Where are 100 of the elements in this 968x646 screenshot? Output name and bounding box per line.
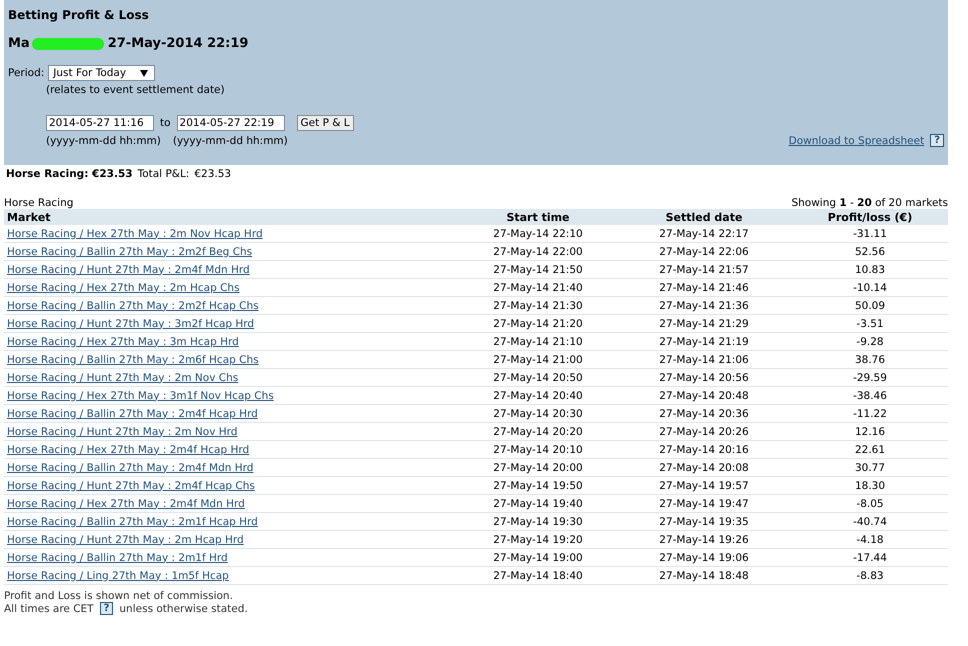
- market-link[interactable]: Horse Racing / Hunt 27th May : 2m4f Hcap Chs: [7, 480, 255, 492]
- market-link[interactable]: Horse Racing / Ballin 27th May : 2m2f Hcap Chs: [7, 300, 259, 312]
- table-cell: 27-May-14 21:57: [616, 260, 792, 278]
- total-label: Total P&L:: [138, 168, 190, 180]
- from-date-field[interactable]: 2014-05-27 11:16: [46, 115, 154, 131]
- download-link[interactable]: Download to Spreadsheet: [788, 134, 924, 146]
- table-cell: 27-May-14 20:10: [460, 440, 616, 458]
- table-cell: 27-May-14 19:47: [616, 494, 792, 512]
- table-cell: -4.18: [792, 530, 948, 548]
- market-link[interactable]: Horse Racing / Ballin 27th May : 2m6f Hcap Chs: [7, 354, 259, 366]
- get-pl-button[interactable]: Get P & L: [296, 115, 354, 131]
- dropdown-caret-icon: [140, 70, 148, 76]
- total-value: €23.53: [194, 168, 232, 180]
- table-cell: 27-May-14 18:48: [616, 566, 792, 584]
- column-header: Settled date: [616, 209, 792, 225]
- table-cell: -29.59: [792, 368, 948, 386]
- table-cell: 27-May-14 21:10: [460, 332, 616, 350]
- market-link[interactable]: Horse Racing / Ling 27th May : 1m5f Hcap: [7, 570, 229, 582]
- table-cell: 27-May-14 19:50: [460, 476, 616, 494]
- market-link[interactable]: Horse Racing / Hunt 27th May : 2m4f Mdn Hrd: [7, 264, 250, 276]
- table-cell: 27-May-14 21:50: [460, 260, 616, 278]
- market-link[interactable]: Horse Racing / Ballin 27th May : 2m1f Hcap Hrd: [7, 516, 258, 528]
- table-cell: 38.76: [792, 350, 948, 368]
- table-cell: 27-May-14 22:06: [616, 242, 792, 260]
- market-link[interactable]: Horse Racing / Hex 27th May : 2m Nov Hcap Hrd: [7, 228, 263, 240]
- table-cell: -8.83: [792, 566, 948, 584]
- table-cell: 27-May-14 19:30: [460, 512, 616, 530]
- table-cell: 27-May-14 21:19: [616, 332, 792, 350]
- table-cell: 27-May-14 20:56: [616, 368, 792, 386]
- table-cell: 27-May-14 22:17: [616, 225, 792, 242]
- table-cell: 27-May-14 21:29: [616, 314, 792, 332]
- table-cell: 18.30: [792, 476, 948, 494]
- table-cell: -40.74: [792, 512, 948, 530]
- market-link[interactable]: Horse Racing / Hunt 27th May : 3m2f Hcap Hrd: [7, 318, 254, 330]
- sport-total: Horse Racing: €23.53: [6, 168, 133, 180]
- table-cell: 27-May-14 20:30: [460, 404, 616, 422]
- help-button[interactable]: ?: [100, 602, 114, 615]
- market-link[interactable]: Horse Racing / Hex 27th May : 2m4f Mdn Hrd: [7, 498, 245, 510]
- commission-note: Profit and Loss is shown net of commission.: [4, 590, 234, 602]
- table-cell: 12.16: [792, 422, 948, 440]
- table-cell: -9.28: [792, 332, 948, 350]
- market-link[interactable]: Horse Racing / Ballin 27th May : 2m4f Hcap Hrd: [7, 408, 258, 420]
- table-cell: -31.11: [792, 225, 948, 242]
- help-button[interactable]: ?: [930, 134, 944, 147]
- table-cell: 27-May-14 21:46: [616, 278, 792, 296]
- table-cell: -3.51: [792, 314, 948, 332]
- page-title: Betting Profit & Loss: [8, 8, 150, 22]
- table-cell: 27-May-14 19:57: [616, 476, 792, 494]
- table-cell: 27-May-14 20:08: [616, 458, 792, 476]
- table-cell: 27-May-14 18:40: [460, 566, 616, 584]
- table-cell: 22.61: [792, 440, 948, 458]
- table-cell: -38.46: [792, 386, 948, 404]
- table-cell: 27-May-14 21:00: [460, 350, 616, 368]
- period-label: Period:: [8, 67, 44, 79]
- table-cell: 30.77: [792, 458, 948, 476]
- table-cell: 27-May-14 19:35: [616, 512, 792, 530]
- market-link[interactable]: Horse Racing / Hex 27th May : 3m1f Nov Hcap Chs: [7, 390, 274, 402]
- market-link[interactable]: Horse Racing / Ballin 27th May : 2m1f Hrd: [7, 552, 228, 564]
- period-note: (relates to event settlement date): [46, 84, 226, 96]
- table-cell: 52.56: [792, 242, 948, 260]
- result-count: Showing 1 - 20 of 20 markets: [791, 197, 948, 209]
- market-link[interactable]: Horse Racing / Hunt 27th May : 2m Nov Hrd: [7, 426, 238, 438]
- table-cell: 27-May-14 19:00: [460, 548, 616, 566]
- column-header: Profit/loss (€): [792, 209, 948, 225]
- table-cell: 27-May-14 20:26: [616, 422, 792, 440]
- table-cell: -10.14: [792, 278, 948, 296]
- period-dropdown[interactable]: Just For Today: [48, 65, 156, 81]
- market-link[interactable]: Horse Racing / Ballin 27th May : 2m2f Beg Chs: [7, 246, 252, 258]
- account-name: Ma: [8, 36, 30, 51]
- table-cell: 27-May-14 21:30: [460, 296, 616, 314]
- table-cell: 27-May-14 20:48: [616, 386, 792, 404]
- market-link[interactable]: Horse Racing / Ballin 27th May : 2m4f Mdn Hrd: [7, 462, 254, 474]
- table-cell: 27-May-14 21:40: [460, 278, 616, 296]
- table-cell: 27-May-14 20:00: [460, 458, 616, 476]
- table-cell: 27-May-14 21:20: [460, 314, 616, 332]
- timezone-note: unless otherwise stated.: [119, 602, 248, 614]
- market-link[interactable]: Horse Racing / Hex 27th May : 2m4f Hcap Hrd: [7, 444, 250, 456]
- market-link[interactable]: Horse Racing / Hunt 27th May : 2m Hcap Hrd: [7, 534, 244, 546]
- table-cell: 27-May-14 19:26: [616, 530, 792, 548]
- table-cell: 27-May-14 20:20: [460, 422, 616, 440]
- table-cell: 27-May-14 20:50: [460, 368, 616, 386]
- to-date-field[interactable]: 2014-05-27 22:19: [176, 115, 285, 131]
- column-header: Market: [4, 209, 460, 225]
- table-caption: Horse Racing: [4, 197, 74, 209]
- table-cell: 27-May-14 21:36: [616, 296, 792, 314]
- market-link[interactable]: Horse Racing / Hex 27th May : 3m Hcap Hrd: [7, 336, 239, 348]
- date-format-hint: (yyyy-mm-dd hh:mm): [172, 134, 288, 146]
- timezone-note: All times are CET: [4, 602, 94, 614]
- table-cell: 27-May-14 22:10: [460, 225, 616, 242]
- table-cell: -17.44: [792, 548, 948, 566]
- market-link[interactable]: Horse Racing / Hunt 27th May : 2m Nov Chs: [7, 372, 238, 384]
- market-link[interactable]: Horse Racing / Hex 27th May : 2m Hcap Chs: [7, 282, 240, 294]
- table-cell: 10.83: [792, 260, 948, 278]
- table-cell: 27-May-14 20:40: [460, 386, 616, 404]
- table-cell: 27-May-14 19:40: [460, 494, 616, 512]
- table-cell: 27-May-14 22:00: [460, 242, 616, 260]
- table-cell: -11.22: [792, 404, 948, 422]
- table-cell: 27-May-14 19:20: [460, 530, 616, 548]
- table-cell: 27-May-14 21:06: [616, 350, 792, 368]
- date-format-hint: (yyyy-mm-dd hh:mm): [46, 134, 161, 146]
